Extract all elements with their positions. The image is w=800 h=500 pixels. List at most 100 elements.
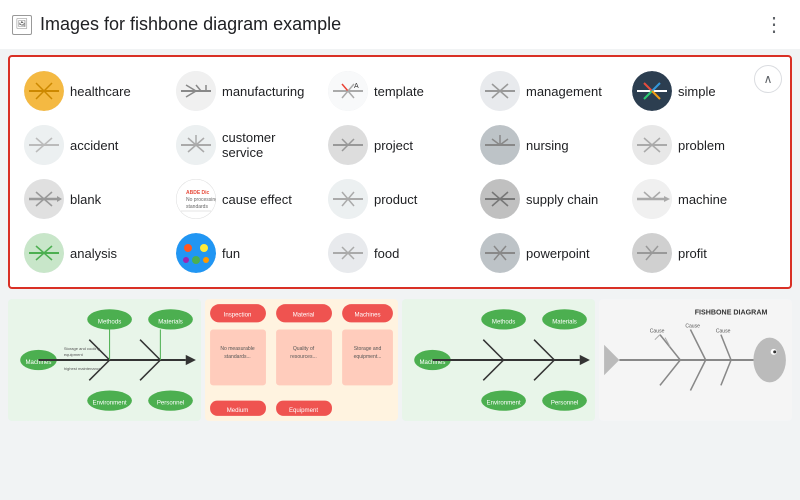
svg-text:standards: standards xyxy=(186,204,208,210)
more-icon[interactable]: ⋮ xyxy=(760,8,788,41)
tag-thumb-cause-effect: ABDE DicNo processingstandards xyxy=(176,179,216,219)
search-results-box: ∧ healthcare manufacturing Atemplate manage… xyxy=(8,55,792,289)
svg-text:Environment: Environment xyxy=(93,400,127,407)
tag-item-management[interactable]: management xyxy=(478,67,626,115)
svg-text:A: A xyxy=(354,83,359,90)
tag-thumb-healthcare xyxy=(24,71,64,111)
tag-label-machine: machine xyxy=(678,192,727,207)
header: 🖼 Images for fishbone diagram example ⋮ xyxy=(0,0,800,49)
tag-label-management: management xyxy=(526,84,602,99)
tag-item-food[interactable]: food xyxy=(326,229,474,277)
image-icon: 🖼 xyxy=(12,15,32,35)
tag-label-customer-service: customer service xyxy=(222,130,320,160)
tag-label-accident: accident xyxy=(70,138,118,153)
svg-text:Cause: Cause xyxy=(716,329,731,335)
tag-label-simple: simple xyxy=(678,84,716,99)
tag-label-template: template xyxy=(374,84,424,99)
tag-thumb-simple xyxy=(632,71,672,111)
tag-label-food: food xyxy=(374,246,399,261)
svg-text:Materials: Materials xyxy=(552,318,577,325)
strip-image-3[interactable]: Machines Methods Materials Environment P… xyxy=(402,299,595,421)
tag-thumb-analysis xyxy=(24,233,64,273)
tag-thumb-project xyxy=(328,125,368,165)
strip-image-4[interactable]: FISHBONE DIAGRAM Cause Cause Cause xyxy=(599,299,792,421)
tag-label-manufacturing: manufacturing xyxy=(222,84,304,99)
tag-thumb-food xyxy=(328,233,368,273)
svg-text:Materials: Materials xyxy=(158,318,183,325)
tag-thumb-machine xyxy=(632,179,672,219)
strip-image-1[interactable]: Machines Methods Materials Environment P… xyxy=(8,299,201,421)
svg-text:FISHBONE DIAGRAM: FISHBONE DIAGRAM xyxy=(695,308,768,316)
tags-grid: healthcare manufacturing Atemplate manageme… xyxy=(22,67,778,277)
tag-thumb-profit xyxy=(632,233,672,273)
svg-text:Storage and: Storage and xyxy=(354,346,382,352)
image-strip: Machines Methods Materials Environment P… xyxy=(0,295,800,425)
svg-text:Inspection: Inspection xyxy=(224,311,252,318)
tag-thumb-supply-chain xyxy=(480,179,520,219)
tag-thumb-template: A xyxy=(328,71,368,111)
tag-label-powerpoint: powerpoint xyxy=(526,246,590,261)
tag-item-fun[interactable]: fun xyxy=(174,229,322,277)
tag-thumb-accident xyxy=(24,125,64,165)
svg-text:Personnel: Personnel xyxy=(157,400,184,407)
svg-text:Environment: Environment xyxy=(487,400,521,407)
svg-text:Cause: Cause xyxy=(650,329,665,335)
tag-label-blank: blank xyxy=(70,192,101,207)
svg-text:ABDE Dic: ABDE Dic xyxy=(186,190,210,196)
tag-label-profit: profit xyxy=(678,246,707,261)
svg-text:highest maintenance: highest maintenance xyxy=(64,366,102,371)
svg-text:equipment: equipment xyxy=(64,352,84,357)
strip-image-2[interactable]: Inspection Material Machines No measurab… xyxy=(205,299,398,421)
tag-label-project: project xyxy=(374,138,413,153)
tag-item-supply-chain[interactable]: supply chain xyxy=(478,175,626,223)
tag-item-healthcare[interactable]: healthcare xyxy=(22,67,170,115)
tag-item-analysis[interactable]: analysis xyxy=(22,229,170,277)
svg-text:equipment...: equipment... xyxy=(354,354,382,360)
tag-thumb-powerpoint xyxy=(480,233,520,273)
tag-label-analysis: analysis xyxy=(70,246,117,261)
tag-thumb-nursing xyxy=(480,125,520,165)
tag-thumb-blank xyxy=(24,179,64,219)
tag-item-product[interactable]: product xyxy=(326,175,474,223)
tag-item-customer-service[interactable]: customer service xyxy=(174,121,322,169)
svg-text:standards...: standards... xyxy=(224,354,250,360)
svg-text:Equipment: Equipment xyxy=(289,407,318,414)
tag-thumb-problem xyxy=(632,125,672,165)
tag-item-problem[interactable]: problem xyxy=(630,121,778,169)
svg-text:Medium: Medium xyxy=(227,407,249,414)
tag-item-powerpoint[interactable]: powerpoint xyxy=(478,229,626,277)
tag-thumb-customer-service xyxy=(176,125,216,165)
svg-text:No measurable: No measurable xyxy=(220,346,255,352)
svg-text:Personnel: Personnel xyxy=(551,400,578,407)
tag-item-machine[interactable]: machine xyxy=(630,175,778,223)
tag-item-blank[interactable]: blank xyxy=(22,175,170,223)
collapse-button[interactable]: ∧ xyxy=(754,65,782,93)
tag-label-cause-effect: cause effect xyxy=(222,192,292,207)
svg-text:Cause: Cause xyxy=(685,323,700,329)
svg-text:Quality of: Quality of xyxy=(293,346,315,352)
svg-text:resources...: resources... xyxy=(290,354,316,360)
tag-item-manufacturing[interactable]: manufacturing xyxy=(174,67,322,115)
tag-label-problem: problem xyxy=(678,138,725,153)
tag-item-cause-effect[interactable]: ABDE DicNo processingstandards cause effe… xyxy=(174,175,322,223)
svg-text:Methods: Methods xyxy=(492,318,515,325)
svg-text:No processing: No processing xyxy=(186,197,216,203)
tag-label-healthcare: healthcare xyxy=(70,84,131,99)
tag-label-supply-chain: supply chain xyxy=(526,192,598,207)
svg-text:Methods: Methods xyxy=(98,318,121,325)
tag-thumb-management xyxy=(480,71,520,111)
tag-thumb-product xyxy=(328,179,368,219)
tag-item-profit[interactable]: profit xyxy=(630,229,778,277)
header-title: Images for fishbone diagram example xyxy=(40,14,752,35)
tag-item-template[interactable]: Atemplate xyxy=(326,67,474,115)
tag-label-nursing: nursing xyxy=(526,138,569,153)
svg-text:Machines: Machines xyxy=(355,311,381,318)
tag-thumb-manufacturing xyxy=(176,71,216,111)
tag-item-nursing[interactable]: nursing xyxy=(478,121,626,169)
tag-label-fun: fun xyxy=(222,246,240,261)
tag-item-project[interactable]: project xyxy=(326,121,474,169)
svg-text:Material: Material xyxy=(293,311,315,318)
svg-text:Storage and cooling: Storage and cooling xyxy=(64,346,100,351)
tag-item-accident[interactable]: accident xyxy=(22,121,170,169)
tag-thumb-fun xyxy=(176,233,216,273)
